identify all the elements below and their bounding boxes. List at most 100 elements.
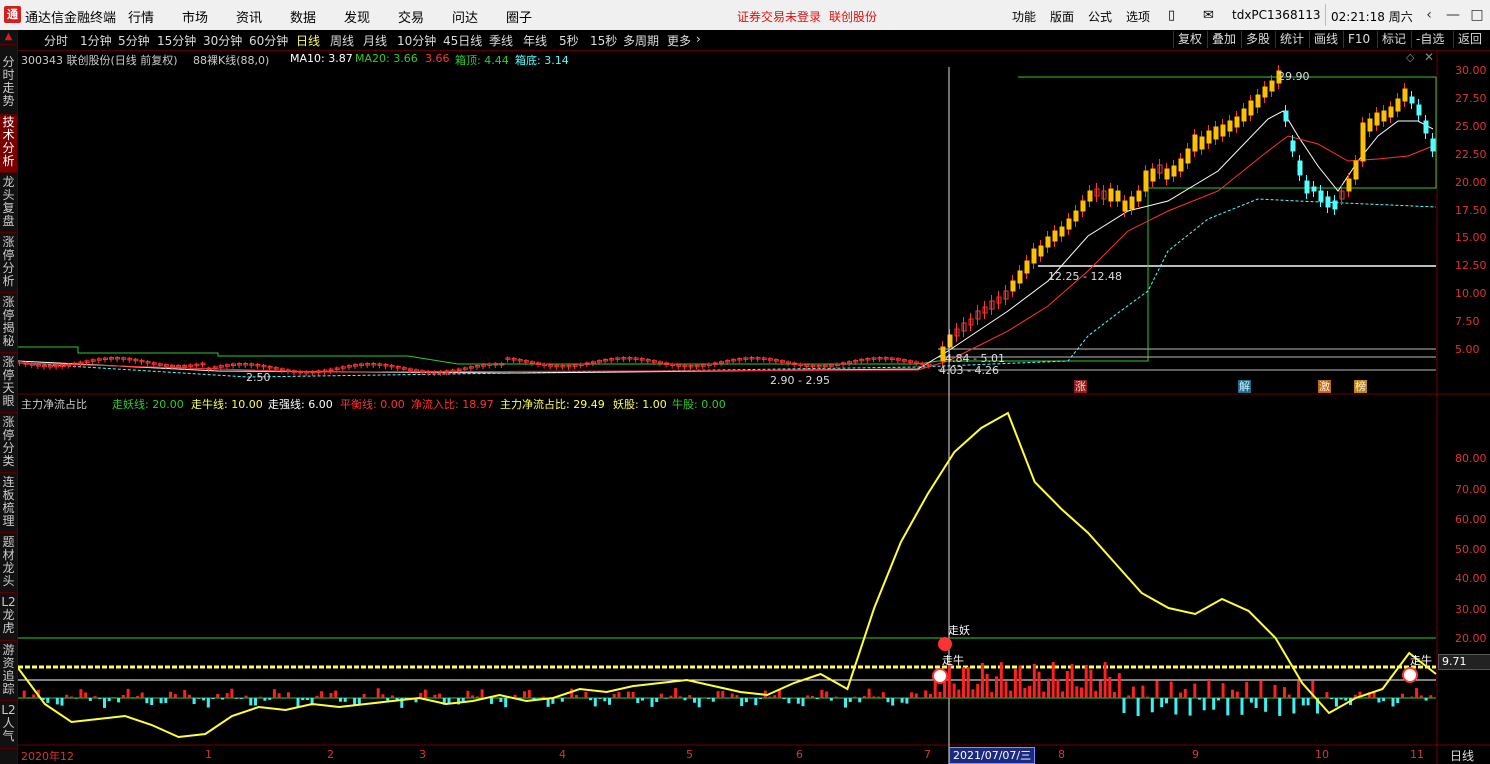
period-multi[interactable]: 多周期 — [623, 32, 659, 49]
menu-quotes[interactable]: 行情 — [128, 7, 154, 26]
phone-icon[interactable]: ▯ — [1168, 8, 1175, 23]
maximize-icon[interactable]: □ — [1466, 4, 1488, 26]
message-icon[interactable]: ✉ — [1203, 8, 1214, 23]
login-warning[interactable]: 证券交易未登录 — [737, 8, 821, 25]
flow-bar — [612, 693, 616, 698]
event-tag-unlock[interactable]: 解 — [1238, 380, 1251, 393]
period-1min[interactable]: 1分钟 — [80, 32, 112, 49]
minimize-icon[interactable]: — — [1442, 4, 1464, 26]
tab-limit-category[interactable]: 涨停分类 — [0, 416, 17, 473]
event-tag-incentive[interactable]: 激 — [1318, 380, 1331, 393]
watchlist-button[interactable]: -自选 — [1411, 31, 1448, 48]
candle-body — [1262, 86, 1268, 98]
tab-l2-popularity[interactable]: L2人气 — [0, 704, 17, 749]
tab-limit-analysis[interactable]: 涨停分析 — [0, 236, 17, 293]
left-tab-bar: ▲ 分时走势 技术分析 龙头复盘 涨停分析 涨停揭秘 涨停天眼 涨停分类 连板梳… — [0, 30, 18, 764]
flow-bar — [112, 697, 116, 698]
menu-ask[interactable]: 问达 — [452, 7, 478, 26]
menu-options[interactable]: 选项 — [1126, 8, 1150, 25]
menu-discover[interactable]: 发现 — [344, 7, 370, 26]
price-tick: 15.00 — [1455, 231, 1487, 244]
candle-body — [1171, 165, 1177, 177]
tab-board-sort[interactable]: 连板梳理 — [0, 476, 17, 533]
period-5sec[interactable]: 5秒 — [559, 32, 579, 49]
period-30min[interactable]: 30分钟 — [203, 32, 242, 49]
period-year[interactable]: 年线 — [523, 32, 547, 49]
flow-bar — [1391, 698, 1395, 707]
flow-bar — [1127, 695, 1131, 698]
adjust-button[interactable]: 复权 — [1173, 31, 1206, 48]
flow-bar — [938, 692, 942, 698]
period-monthly[interactable]: 月线 — [363, 32, 387, 49]
menu-function[interactable]: 功能 — [1012, 8, 1036, 25]
overlay-button[interactable]: 叠加 — [1207, 31, 1240, 48]
more-chevron-icon[interactable]: › — [696, 32, 701, 46]
period-more[interactable]: 更多 — [667, 32, 691, 49]
period-indicator[interactable]: 日线 — [1450, 747, 1474, 764]
candle-body — [1297, 160, 1303, 176]
period-45day[interactable]: 45日线 — [443, 32, 482, 49]
menu-news[interactable]: 资讯 — [236, 7, 262, 26]
menu-circle[interactable]: 圈子 — [506, 7, 532, 26]
event-tag-rank[interactable]: 榜 — [1354, 380, 1367, 393]
tab-intraday[interactable]: 分时走势 — [0, 56, 17, 115]
flow-bar — [1032, 663, 1036, 698]
menu-data[interactable]: 数据 — [290, 7, 316, 26]
menu-layout[interactable]: 版面 — [1050, 8, 1074, 25]
period-15sec[interactable]: 15秒 — [590, 32, 617, 49]
mark-button[interactable]: 标记 — [1377, 31, 1410, 48]
sub-tick: 60.00 — [1455, 513, 1487, 526]
tab-limit-reveal[interactable]: 涨停揭秘 — [0, 296, 17, 353]
back-icon[interactable]: ‹ — [1418, 4, 1440, 26]
flow-bar — [1254, 698, 1258, 708]
f10-button[interactable]: F10 — [1343, 31, 1374, 48]
period-10min[interactable]: 10分钟 — [397, 32, 436, 49]
menu-trade[interactable]: 交易 — [398, 7, 424, 26]
period-5min[interactable]: 5分钟 — [118, 32, 150, 49]
period-60min[interactable]: 60分钟 — [249, 32, 288, 49]
tab-theme-leader[interactable]: 题材龙头 — [0, 536, 17, 593]
flow-bar — [693, 698, 696, 703]
stats-button[interactable]: 统计 — [1275, 31, 1308, 48]
collapse-icon[interactable]: ▲ — [0, 30, 17, 45]
app-title: 通达信金融终端 — [25, 11, 117, 26]
flow-bar — [150, 698, 154, 705]
multi-stock-button[interactable]: 多股 — [1241, 31, 1274, 48]
back-button[interactable]: 返回 — [1453, 31, 1486, 48]
period-15min[interactable]: 15分钟 — [157, 32, 196, 49]
flow-bar — [504, 698, 508, 708]
box-bottom-line — [18, 198, 1437, 378]
tab-technical[interactable]: 技术分析 — [0, 116, 17, 173]
tab-l2-dragon[interactable]: L2龙虎 — [0, 596, 17, 641]
flow-bar — [796, 698, 800, 704]
flow-bar — [1084, 665, 1088, 698]
candle-body — [1381, 110, 1387, 122]
flow-bar — [1202, 698, 1206, 711]
event-tag-limitup[interactable]: 涨 — [1074, 380, 1087, 393]
flow-bar — [390, 695, 394, 698]
date-tick: 7 — [924, 748, 931, 761]
flow-bar — [1268, 697, 1272, 698]
flow-bar — [707, 698, 711, 699]
menu-formula[interactable]: 公式 — [1088, 8, 1112, 25]
flow-bar — [475, 696, 479, 698]
period-daily[interactable]: 日线 — [296, 32, 320, 49]
menu-market[interactable]: 市场 — [182, 7, 208, 26]
candle-body — [1185, 148, 1191, 164]
flow-bar — [914, 693, 918, 698]
tab-hot-money[interactable]: 游资追踪 — [0, 644, 17, 701]
flow-bar — [1325, 692, 1329, 698]
candle-body — [1332, 200, 1338, 210]
flow-bar — [192, 698, 196, 704]
candlesticks — [18, 65, 1436, 376]
draw-button[interactable]: 画线 — [1309, 31, 1342, 48]
stock-name-link[interactable]: 联创股份 — [829, 8, 877, 25]
tab-leader-review[interactable]: 龙头复盘 — [0, 176, 17, 233]
low-note: 2.50 — [246, 371, 271, 384]
period-weekly[interactable]: 周线 — [330, 32, 354, 49]
period-intraday[interactable]: 分时 — [44, 32, 68, 49]
flow-bar — [65, 694, 69, 698]
user-id[interactable]: tdxPC1368113 — [1232, 8, 1320, 22]
period-quarter[interactable]: 季线 — [489, 32, 513, 49]
tab-limit-eye[interactable]: 涨停天眼 — [0, 356, 17, 413]
